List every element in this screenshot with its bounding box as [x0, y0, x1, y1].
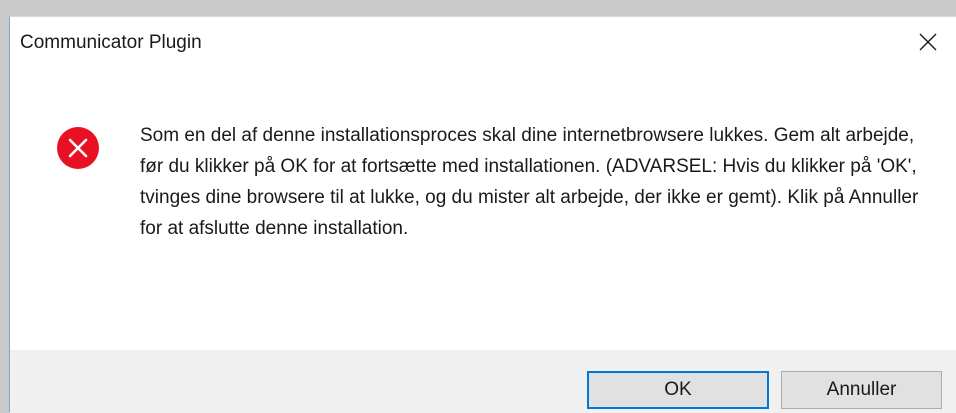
button-bar: OK Annuller	[10, 350, 956, 413]
title-bar[interactable]: Communicator Plugin	[10, 17, 956, 67]
close-icon	[919, 33, 937, 51]
message-text: Som en del af denne installationsproces …	[140, 125, 919, 239]
window-title: Communicator Plugin	[20, 32, 202, 53]
dialog-content: Som en del af denne installationsproces …	[10, 67, 956, 350]
dialog-window: Communicator Plugin Som en del af denne …	[9, 16, 956, 413]
cancel-button[interactable]: Annuller	[781, 371, 942, 409]
error-icon	[57, 127, 99, 169]
ok-button[interactable]: OK	[587, 371, 769, 409]
close-button[interactable]	[900, 17, 956, 67]
